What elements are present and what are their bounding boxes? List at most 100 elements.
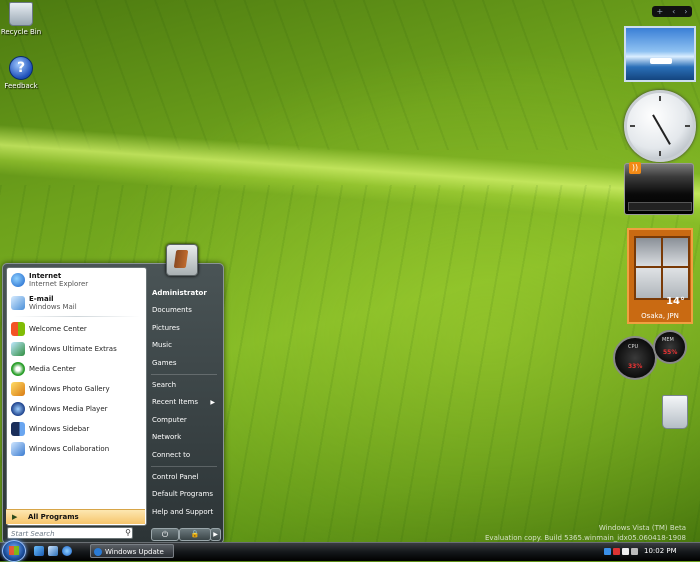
recent-items-label: Recent Items [152,398,198,407]
weather-window-image [634,236,690,300]
clock-tick [630,125,635,127]
user-account-picture[interactable] [166,244,198,276]
weather-gadget[interactable]: 14° Osaka, JPN [627,228,693,324]
desktop-icon-recycle-bin[interactable]: Recycle Bin [0,2,46,36]
places-item-help-support[interactable]: Help and Support [147,504,221,521]
recent-item-welcome-center[interactable]: Welcome Center [7,319,146,339]
recent-item-collaboration[interactable]: Windows Collaboration [7,439,146,459]
taskbar-button-windows-update[interactable]: Windows Update [90,544,174,558]
all-programs-button[interactable]: ▶ All Programs [6,509,145,524]
recent-item-photo-gallery[interactable]: Windows Photo Gallery [7,379,146,399]
places-item-connect-to[interactable]: Connect to [147,447,221,464]
places-item-games[interactable]: Games [147,355,221,372]
feed-headlines-gadget[interactable]: )) [624,162,694,215]
previous-page-button[interactable]: ‹ [672,7,675,16]
recent-item-label: Windows Media Player [29,405,108,413]
recycle-bin-icon [9,2,33,26]
recent-item-label: Windows Collaboration [29,445,110,453]
internet-explorer-quicklaunch-icon[interactable] [62,546,72,556]
slideshow-gadget[interactable] [624,26,696,82]
windows-mail-icon [11,295,25,310]
all-programs-label: All Programs [28,513,79,521]
feed-headline-bar [628,202,692,211]
recent-item-media-player[interactable]: Windows Media Player [7,399,146,419]
clock-hour-hand [652,114,661,128]
mem-gauge-label: MEM [662,337,674,343]
start-orb-button[interactable] [2,540,26,562]
clock-gadget[interactable] [624,90,696,162]
places-separator [151,373,217,375]
places-item-music[interactable]: Music [147,337,221,354]
places-item-network[interactable]: Network [147,429,221,446]
recent-item-label: Welcome Center [29,325,87,333]
rss-icon: )) [629,162,641,174]
recent-item-label: Windows Photo Gallery [29,385,110,393]
welcome-center-icon [11,322,25,336]
places-item-default-programs[interactable]: Default Programs [147,486,221,503]
volume-icon[interactable] [631,547,638,555]
shutdown-options-button[interactable]: ▶ [210,528,221,541]
wallpaper-veins-top [0,0,700,150]
start-menu-places-pane: Administrator Documents Pictures Music G… [147,285,221,521]
switch-windows-icon[interactable] [48,546,58,556]
clock-tick [659,151,661,156]
pinned-item-internet[interactable]: Internet Internet Explorer [7,268,146,291]
mem-gauge-value: 55% [663,349,678,356]
recent-item-label: Media Center [29,365,76,373]
search-icon[interactable]: ⚲ [123,528,133,538]
media-center-icon [11,362,25,376]
lock-icon: 🔒 [190,530,200,538]
taskbar-clock[interactable]: 10:02 PM [644,547,677,555]
clock-tick [685,125,690,127]
evaluation-watermark: Windows Vista (TM) Beta Evaluation copy.… [485,523,686,543]
places-item-control-panel[interactable]: Control Panel [147,469,221,486]
places-item-search[interactable]: Search [147,377,221,394]
recent-item-ultimate-extras[interactable]: Windows Ultimate Extras [7,339,146,359]
pinned-separator [13,316,140,317]
weather-location: Osaka, JPN [641,312,679,320]
show-desktop-icon[interactable] [34,546,44,556]
start-menu-programs-pane: Internet Internet Explorer E-mail Windows … [6,267,147,526]
clock-minute-hand [659,126,671,145]
submenu-arrow-icon: ▶ [210,399,215,407]
places-item-recent-items[interactable]: Recent Items ▶ [147,394,221,411]
recycle-bin-gadget-icon[interactable] [662,395,688,429]
sidebar-controls: + ‹ › [652,6,692,17]
recent-item-sidebar[interactable]: Windows Sidebar [7,419,146,439]
desktop-icon-label: Feedback [4,82,38,90]
photo-gallery-icon [11,382,25,396]
memory-gauge [653,330,687,364]
pinned-item-email[interactable]: E-mail Windows Mail [7,291,146,314]
places-item-computer[interactable]: Computer [147,412,221,429]
recent-item-label: Windows Ultimate Extras [29,345,117,353]
power-button[interactable]: ⏻ [151,528,179,541]
language-icon[interactable] [604,547,611,555]
system-tray: 10:02 PM [604,544,698,558]
network-icon[interactable] [622,547,629,555]
taskbar-button-label: Windows Update [105,548,164,556]
internet-explorer-icon [11,272,25,287]
cpu-meter-gadget[interactable]: CPU MEM 33% 55% [613,330,693,380]
desktop-icon-feedback[interactable]: ? Feedback [0,56,46,90]
pinned-item-subtitle: Windows Mail [29,302,77,311]
next-page-button[interactable]: › [684,7,687,16]
places-separator [151,465,217,467]
security-alert-icon[interactable] [613,547,620,555]
feedback-icon: ? [9,56,33,80]
pinned-item-title: Internet [29,271,62,280]
start-search-input[interactable]: Start Search [7,527,133,539]
lock-button[interactable]: 🔒 [179,528,211,541]
media-player-icon [11,402,25,416]
places-item-user[interactable]: Administrator [147,285,221,302]
add-gadget-button[interactable]: + [656,7,663,16]
windows-sidebar-icon [11,422,25,436]
recent-item-media-center[interactable]: Media Center [7,359,146,379]
all-programs-arrow-icon: ▶ [12,513,18,521]
power-icon: ⏻ [161,530,169,539]
watermark-line: Windows Vista (TM) Beta [598,524,686,532]
windows-collaboration-icon [11,442,25,456]
cpu-gauge [613,336,657,380]
recent-item-label: Windows Sidebar [29,425,90,433]
places-item-pictures[interactable]: Pictures [147,320,221,337]
places-item-documents[interactable]: Documents [147,302,221,319]
